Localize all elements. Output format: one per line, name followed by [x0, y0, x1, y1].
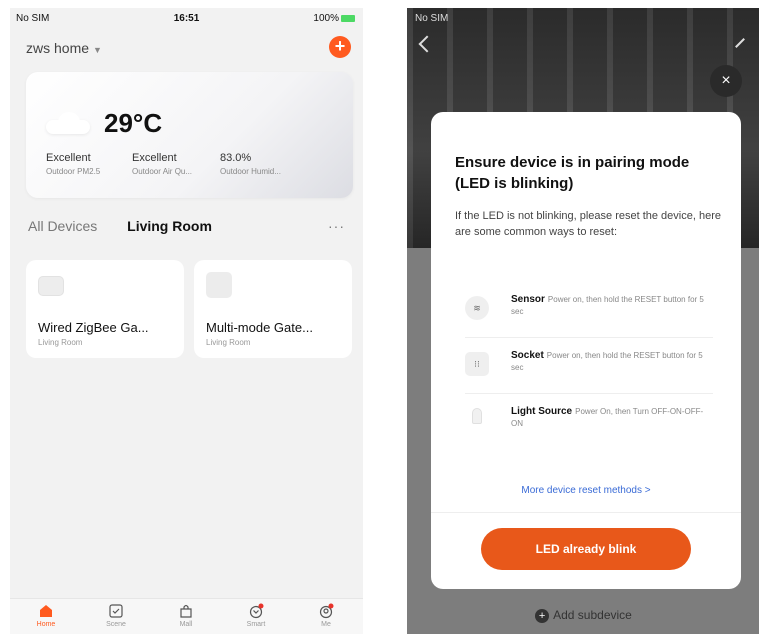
screenshot-stage: No SIM 16:51 100% zws home ▼ + 29°C Excel…	[0, 0, 759, 634]
tab-scene[interactable]: Scene	[96, 603, 136, 628]
stat-value: Excellent	[132, 152, 177, 164]
bag-icon	[180, 604, 192, 618]
gateway-icon	[38, 276, 64, 296]
add-device-button[interactable]: +	[329, 36, 351, 58]
pairing-screen: No SIM × + Add subdevice Ensure device is…	[407, 8, 759, 634]
temperature: 29°C	[104, 108, 163, 138]
method-name: Light Source	[511, 406, 573, 417]
device-room: Living Room	[206, 338, 251, 347]
tab-label: Home	[36, 621, 56, 628]
tab-me[interactable]: Me	[306, 603, 346, 628]
dialog-title: Ensure device is in pairing mode (LED is…	[455, 154, 690, 192]
caret-down-icon: ▼	[93, 45, 102, 55]
status-bar: No SIM 16:51 100%	[10, 8, 363, 30]
more-options-icon[interactable]: ···	[328, 218, 345, 234]
battery-icon	[341, 14, 355, 22]
stat-value: Excellent	[46, 152, 91, 164]
battery-text: 100%	[313, 13, 339, 24]
light-bulb-icon	[472, 408, 482, 424]
tab-label: Me	[321, 621, 331, 628]
add-subdevice-label: Add subdevice	[553, 608, 632, 622]
gateway-icon	[206, 272, 232, 298]
stat-label: Outdoor Air Qu...	[132, 167, 193, 176]
pairing-mode-dialog: Ensure device is in pairing mode (LED is…	[431, 112, 741, 589]
add-subdevice-button[interactable]: + Add subdevice	[407, 608, 759, 623]
reset-method-sensor: ≋ Sensor Power on, then hold the RESET bu…	[465, 284, 713, 338]
device-card[interactable]: Multi-mode Gate... Living Room	[194, 260, 352, 358]
dialog-description: If the LED is not blinking, please reset…	[455, 210, 721, 238]
more-reset-methods-link[interactable]: More device reset methods >	[431, 485, 741, 496]
cloud-icon	[46, 112, 90, 134]
scene-icon	[109, 604, 123, 618]
reset-method-light: Light Source Power On, then Turn OFF-ON-O…	[465, 396, 713, 450]
clock-text: 16:51	[173, 13, 200, 24]
tab-smart[interactable]: Smart	[236, 603, 276, 628]
tab-label: Mall	[179, 621, 193, 628]
close-button[interactable]: ×	[710, 65, 742, 97]
tab-living-room[interactable]: Living Room	[127, 218, 212, 234]
sensor-icon: ≋	[465, 296, 489, 320]
profile-icon	[319, 603, 334, 619]
home-icon	[40, 605, 52, 617]
battery-indicator: 100%	[313, 13, 355, 24]
smart-icon	[249, 603, 264, 619]
stat-value: 83.0%	[220, 152, 252, 164]
method-name: Socket	[511, 350, 544, 361]
stat-label: Outdoor Humid...	[220, 167, 281, 176]
device-name: Wired ZigBee Ga...	[38, 320, 149, 335]
tab-label: Smart	[246, 621, 266, 628]
tab-mall[interactable]: Mall	[166, 603, 206, 628]
stat-air-quality: Excellent Outdoor Air Qu...	[132, 152, 222, 176]
tab-label: Scene	[106, 621, 126, 628]
stat-pm25: Excellent Outdoor PM2.5	[46, 152, 136, 176]
stat-humidity: 83.0% Outdoor Humid...	[220, 152, 304, 176]
home-selector[interactable]: zws home ▼	[26, 40, 102, 56]
device-room: Living Room	[38, 338, 83, 347]
tab-home[interactable]: Home	[26, 603, 66, 628]
tab-all-devices[interactable]: All Devices	[28, 218, 97, 234]
method-name: Sensor	[511, 294, 545, 305]
led-already-blink-button[interactable]: LED already blink	[481, 528, 691, 570]
home-name: zws home	[26, 40, 90, 56]
socket-icon: ⁝⁝	[465, 352, 489, 376]
reset-method-socket: ⁝⁝ Socket Power on, then hold the RESET b…	[465, 340, 713, 394]
weather-card[interactable]: 29°C Excellent Outdoor PM2.5 Excellent O…	[26, 72, 353, 198]
divider	[431, 512, 741, 513]
bottom-tab-bar: Home Scene Mall Smart Me	[10, 598, 363, 634]
plus-icon: +	[535, 608, 550, 623]
home-screen: No SIM 16:51 100% zws home ▼ + 29°C Excel…	[10, 8, 363, 634]
room-tabs: All Devices Living Room	[28, 218, 212, 234]
device-card[interactable]: Wired ZigBee Ga... Living Room	[26, 260, 184, 358]
stat-label: Outdoor PM2.5	[46, 167, 101, 176]
device-name: Multi-mode Gate...	[206, 320, 313, 335]
carrier-text: No SIM	[415, 13, 449, 24]
